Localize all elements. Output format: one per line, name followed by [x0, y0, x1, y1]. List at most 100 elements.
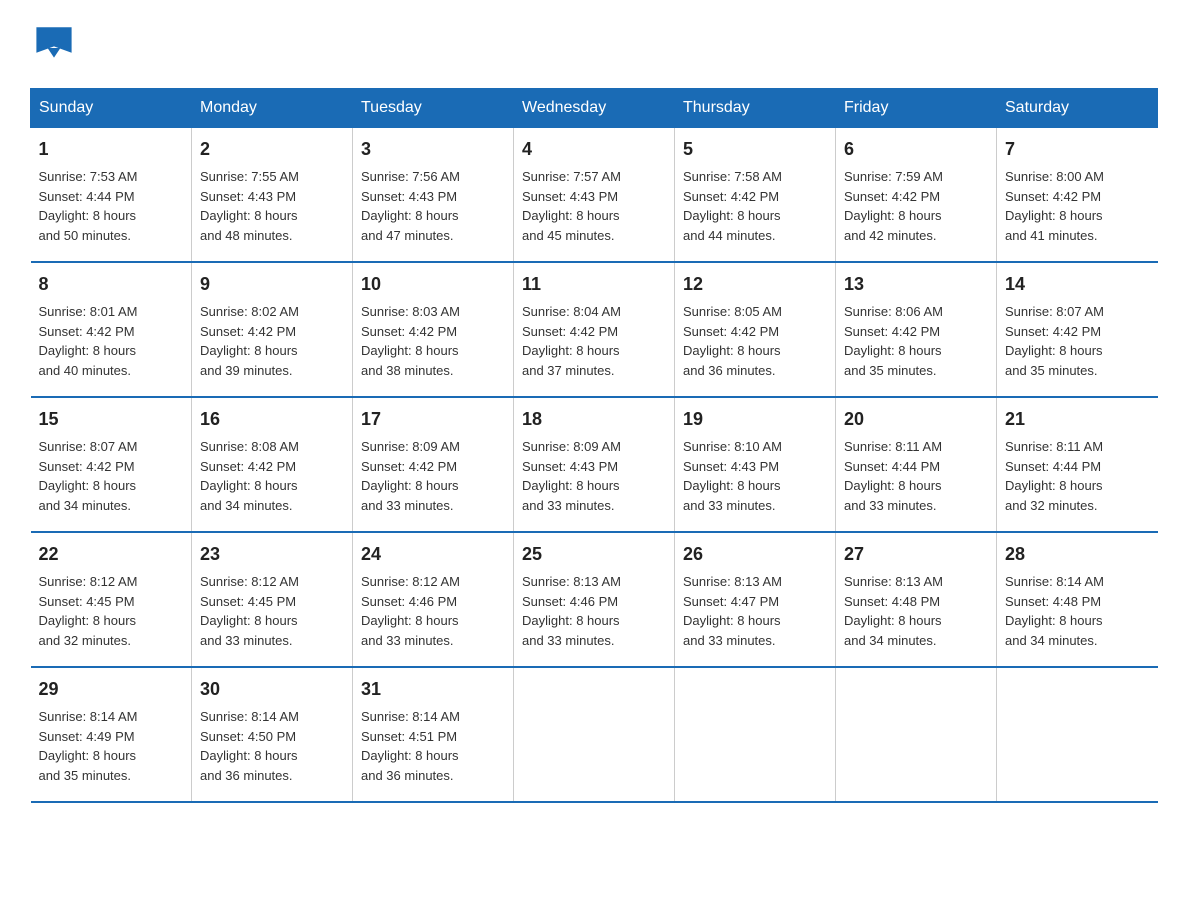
day-info: Sunrise: 8:07 AMSunset: 4:42 PMDaylight:… — [39, 439, 138, 513]
day-info: Sunrise: 8:10 AMSunset: 4:43 PMDaylight:… — [683, 439, 782, 513]
calendar-cell: 27 Sunrise: 8:13 AMSunset: 4:48 PMDaylig… — [836, 532, 997, 667]
calendar-cell: 16 Sunrise: 8:08 AMSunset: 4:42 PMDaylig… — [192, 397, 353, 532]
calendar-cell: 7 Sunrise: 8:00 AMSunset: 4:42 PMDayligh… — [997, 128, 1158, 263]
day-info: Sunrise: 8:14 AMSunset: 4:50 PMDaylight:… — [200, 709, 299, 783]
calendar-cell: 12 Sunrise: 8:05 AMSunset: 4:42 PMDaylig… — [675, 262, 836, 397]
day-number: 27 — [844, 541, 988, 568]
calendar-cell: 19 Sunrise: 8:10 AMSunset: 4:43 PMDaylig… — [675, 397, 836, 532]
day-number: 8 — [39, 271, 184, 298]
day-number: 24 — [361, 541, 505, 568]
calendar-cell: 10 Sunrise: 8:03 AMSunset: 4:42 PMDaylig… — [353, 262, 514, 397]
day-info: Sunrise: 8:04 AMSunset: 4:42 PMDaylight:… — [522, 304, 621, 378]
day-number: 16 — [200, 406, 344, 433]
col-tuesday: Tuesday — [353, 89, 514, 128]
day-info: Sunrise: 8:13 AMSunset: 4:46 PMDaylight:… — [522, 574, 621, 648]
calendar-week-row: 1 Sunrise: 7:53 AMSunset: 4:44 PMDayligh… — [31, 128, 1158, 263]
calendar-cell — [675, 667, 836, 802]
day-info: Sunrise: 8:12 AMSunset: 4:45 PMDaylight:… — [39, 574, 138, 648]
calendar-cell: 5 Sunrise: 7:58 AMSunset: 4:42 PMDayligh… — [675, 128, 836, 263]
day-number: 14 — [1005, 271, 1150, 298]
calendar-cell — [997, 667, 1158, 802]
calendar-header-row: Sunday Monday Tuesday Wednesday Thursday… — [31, 89, 1158, 128]
day-number: 28 — [1005, 541, 1150, 568]
day-number: 1 — [39, 136, 184, 163]
day-number: 4 — [522, 136, 666, 163]
calendar-cell: 18 Sunrise: 8:09 AMSunset: 4:43 PMDaylig… — [514, 397, 675, 532]
calendar-cell: 28 Sunrise: 8:14 AMSunset: 4:48 PMDaylig… — [997, 532, 1158, 667]
day-number: 10 — [361, 271, 505, 298]
day-number: 5 — [683, 136, 827, 163]
day-info: Sunrise: 8:01 AMSunset: 4:42 PMDaylight:… — [39, 304, 138, 378]
day-number: 6 — [844, 136, 988, 163]
day-info: Sunrise: 8:14 AMSunset: 4:49 PMDaylight:… — [39, 709, 138, 783]
day-number: 12 — [683, 271, 827, 298]
day-number: 2 — [200, 136, 344, 163]
day-info: Sunrise: 7:56 AMSunset: 4:43 PMDaylight:… — [361, 169, 460, 243]
calendar-cell: 22 Sunrise: 8:12 AMSunset: 4:45 PMDaylig… — [31, 532, 192, 667]
day-info: Sunrise: 7:55 AMSunset: 4:43 PMDaylight:… — [200, 169, 299, 243]
calendar-cell: 21 Sunrise: 8:11 AMSunset: 4:44 PMDaylig… — [997, 397, 1158, 532]
calendar-table: Sunday Monday Tuesday Wednesday Thursday… — [30, 88, 1158, 803]
col-saturday: Saturday — [997, 89, 1158, 128]
day-info: Sunrise: 7:53 AMSunset: 4:44 PMDaylight:… — [39, 169, 138, 243]
day-number: 18 — [522, 406, 666, 433]
calendar-week-row: 22 Sunrise: 8:12 AMSunset: 4:45 PMDaylig… — [31, 532, 1158, 667]
day-number: 7 — [1005, 136, 1150, 163]
day-info: Sunrise: 8:13 AMSunset: 4:47 PMDaylight:… — [683, 574, 782, 648]
day-info: Sunrise: 8:08 AMSunset: 4:42 PMDaylight:… — [200, 439, 299, 513]
day-number: 30 — [200, 676, 344, 703]
page-header — [30, 20, 1158, 70]
calendar-cell: 3 Sunrise: 7:56 AMSunset: 4:43 PMDayligh… — [353, 128, 514, 263]
day-info: Sunrise: 8:07 AMSunset: 4:42 PMDaylight:… — [1005, 304, 1104, 378]
calendar-week-row: 29 Sunrise: 8:14 AMSunset: 4:49 PMDaylig… — [31, 667, 1158, 802]
calendar-cell: 23 Sunrise: 8:12 AMSunset: 4:45 PMDaylig… — [192, 532, 353, 667]
col-thursday: Thursday — [675, 89, 836, 128]
calendar-cell: 17 Sunrise: 8:09 AMSunset: 4:42 PMDaylig… — [353, 397, 514, 532]
calendar-cell: 4 Sunrise: 7:57 AMSunset: 4:43 PMDayligh… — [514, 128, 675, 263]
day-info: Sunrise: 8:02 AMSunset: 4:42 PMDaylight:… — [200, 304, 299, 378]
calendar-cell: 31 Sunrise: 8:14 AMSunset: 4:51 PMDaylig… — [353, 667, 514, 802]
day-number: 31 — [361, 676, 505, 703]
calendar-cell: 24 Sunrise: 8:12 AMSunset: 4:46 PMDaylig… — [353, 532, 514, 667]
calendar-cell: 26 Sunrise: 8:13 AMSunset: 4:47 PMDaylig… — [675, 532, 836, 667]
calendar-cell: 13 Sunrise: 8:06 AMSunset: 4:42 PMDaylig… — [836, 262, 997, 397]
calendar-week-row: 8 Sunrise: 8:01 AMSunset: 4:42 PMDayligh… — [31, 262, 1158, 397]
day-info: Sunrise: 7:59 AMSunset: 4:42 PMDaylight:… — [844, 169, 943, 243]
day-number: 9 — [200, 271, 344, 298]
calendar-cell: 25 Sunrise: 8:13 AMSunset: 4:46 PMDaylig… — [514, 532, 675, 667]
calendar-cell — [836, 667, 997, 802]
day-number: 17 — [361, 406, 505, 433]
day-info: Sunrise: 8:05 AMSunset: 4:42 PMDaylight:… — [683, 304, 782, 378]
day-info: Sunrise: 8:13 AMSunset: 4:48 PMDaylight:… — [844, 574, 943, 648]
day-info: Sunrise: 8:03 AMSunset: 4:42 PMDaylight:… — [361, 304, 460, 378]
calendar-cell: 6 Sunrise: 7:59 AMSunset: 4:42 PMDayligh… — [836, 128, 997, 263]
day-number: 29 — [39, 676, 184, 703]
day-info: Sunrise: 8:14 AMSunset: 4:48 PMDaylight:… — [1005, 574, 1104, 648]
day-number: 21 — [1005, 406, 1150, 433]
day-number: 23 — [200, 541, 344, 568]
calendar-cell: 1 Sunrise: 7:53 AMSunset: 4:44 PMDayligh… — [31, 128, 192, 263]
calendar-cell: 29 Sunrise: 8:14 AMSunset: 4:49 PMDaylig… — [31, 667, 192, 802]
day-info: Sunrise: 8:11 AMSunset: 4:44 PMDaylight:… — [844, 439, 942, 513]
day-info: Sunrise: 7:57 AMSunset: 4:43 PMDaylight:… — [522, 169, 621, 243]
calendar-cell: 2 Sunrise: 7:55 AMSunset: 4:43 PMDayligh… — [192, 128, 353, 263]
col-wednesday: Wednesday — [514, 89, 675, 128]
calendar-cell: 30 Sunrise: 8:14 AMSunset: 4:50 PMDaylig… — [192, 667, 353, 802]
col-monday: Monday — [192, 89, 353, 128]
day-number: 26 — [683, 541, 827, 568]
day-number: 11 — [522, 271, 666, 298]
calendar-cell: 14 Sunrise: 8:07 AMSunset: 4:42 PMDaylig… — [997, 262, 1158, 397]
day-info: Sunrise: 8:06 AMSunset: 4:42 PMDaylight:… — [844, 304, 943, 378]
day-number: 13 — [844, 271, 988, 298]
calendar-cell: 9 Sunrise: 8:02 AMSunset: 4:42 PMDayligh… — [192, 262, 353, 397]
calendar-cell: 8 Sunrise: 8:01 AMSunset: 4:42 PMDayligh… — [31, 262, 192, 397]
calendar-cell: 20 Sunrise: 8:11 AMSunset: 4:44 PMDaylig… — [836, 397, 997, 532]
day-number: 15 — [39, 406, 184, 433]
day-info: Sunrise: 8:14 AMSunset: 4:51 PMDaylight:… — [361, 709, 460, 783]
calendar-cell: 11 Sunrise: 8:04 AMSunset: 4:42 PMDaylig… — [514, 262, 675, 397]
calendar-cell: 15 Sunrise: 8:07 AMSunset: 4:42 PMDaylig… — [31, 397, 192, 532]
day-info: Sunrise: 7:58 AMSunset: 4:42 PMDaylight:… — [683, 169, 782, 243]
day-info: Sunrise: 8:11 AMSunset: 4:44 PMDaylight:… — [1005, 439, 1103, 513]
logo — [30, 20, 82, 70]
col-friday: Friday — [836, 89, 997, 128]
